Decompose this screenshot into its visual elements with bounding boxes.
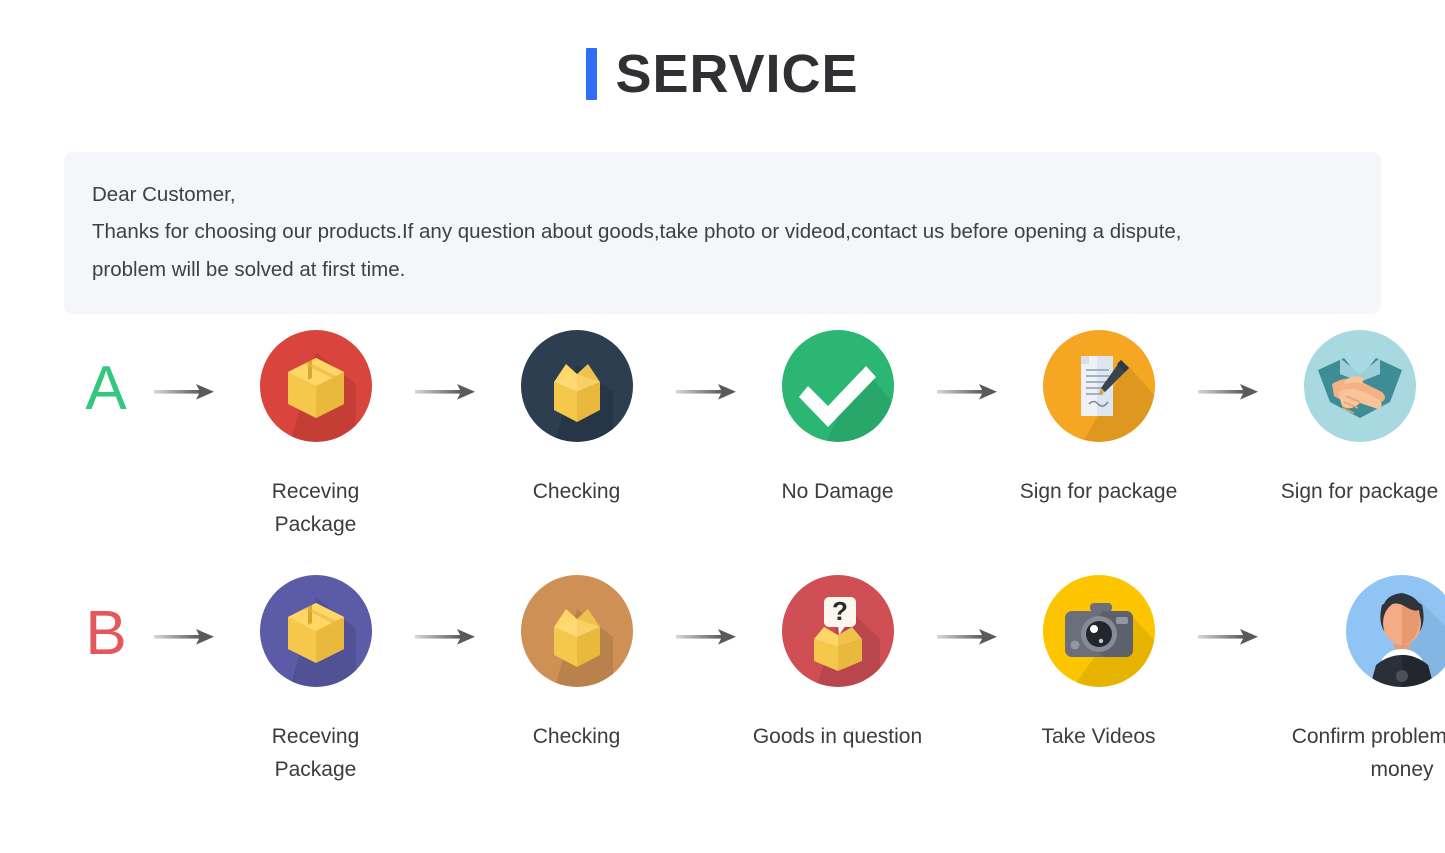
checkmark-icon xyxy=(781,330,894,442)
right-arrow-icon xyxy=(925,575,1011,699)
handshake-icon xyxy=(1303,330,1416,442)
step-label: Sign for package xyxy=(1019,480,1178,503)
flow-step: Confirm problem,refund money xyxy=(1272,575,1445,786)
flow-step: Take Videos xyxy=(1011,575,1186,754)
flow-row-b: B Receving Package Checking ? Goods in q… xyxy=(0,575,1445,786)
step-label: Sign for package xyxy=(1280,480,1439,503)
right-arrow-icon xyxy=(142,330,228,454)
title-accent-bar xyxy=(586,48,598,100)
flow-step: No Damage xyxy=(750,330,925,509)
page-header: SERVICE xyxy=(0,0,1445,130)
notice-line-2: Thanks for choosing our products.If any … xyxy=(92,220,1182,244)
person-avatar-icon xyxy=(1346,575,1445,687)
package-box-icon xyxy=(259,575,372,687)
flow-row-a: A Receving Package Checking No Damage Si… xyxy=(0,330,1445,541)
page-title: SERVICE xyxy=(615,44,859,104)
step-label: Checking xyxy=(532,725,621,748)
flow-step: Checking xyxy=(489,575,664,754)
customer-notice-box: Dear Customer, Thanks for choosing our p… xyxy=(64,152,1381,314)
right-arrow-icon xyxy=(925,330,1011,454)
step-label: No Damage xyxy=(781,480,894,503)
right-arrow-icon xyxy=(664,575,750,699)
notice-line-1: Dear Customer, xyxy=(92,183,236,206)
flow-step: Sign for package xyxy=(1011,330,1186,509)
camera-icon xyxy=(1042,575,1155,687)
package-box-icon xyxy=(259,330,372,442)
notice-line-3: problem will be solved at first time. xyxy=(92,257,406,281)
flow-step: Receving Package xyxy=(228,330,403,541)
right-arrow-icon xyxy=(1186,575,1272,699)
step-label: Take Videos xyxy=(1041,725,1156,748)
flow-letter-b: B xyxy=(85,599,127,668)
flow-step: ? Goods in question xyxy=(750,575,925,754)
step-label: Goods in question xyxy=(752,725,923,748)
document-pen-icon xyxy=(1042,330,1155,442)
svg-text:?: ? xyxy=(832,596,848,626)
service-page: SERVICE Dear Customer, Thanks for choosi… xyxy=(0,0,1445,853)
right-arrow-icon xyxy=(664,330,750,454)
open-box-icon xyxy=(520,575,633,687)
step-label: Confirm problem,refund money xyxy=(1291,725,1445,781)
right-arrow-icon xyxy=(403,575,489,699)
right-arrow-icon xyxy=(403,330,489,454)
right-arrow-icon xyxy=(142,575,228,699)
right-arrow-icon xyxy=(1186,330,1272,454)
flow-step: Sign for package xyxy=(1272,330,1445,509)
flow-step: Checking xyxy=(489,330,664,509)
flow-step: Receving Package xyxy=(228,575,403,786)
step-label: Receving Package xyxy=(271,480,360,536)
open-box-icon xyxy=(520,330,633,442)
question-box-icon: ? xyxy=(781,575,894,687)
step-label: Checking xyxy=(532,480,621,503)
step-label: Receving Package xyxy=(271,725,360,781)
flow-letter-a: A xyxy=(85,354,127,423)
